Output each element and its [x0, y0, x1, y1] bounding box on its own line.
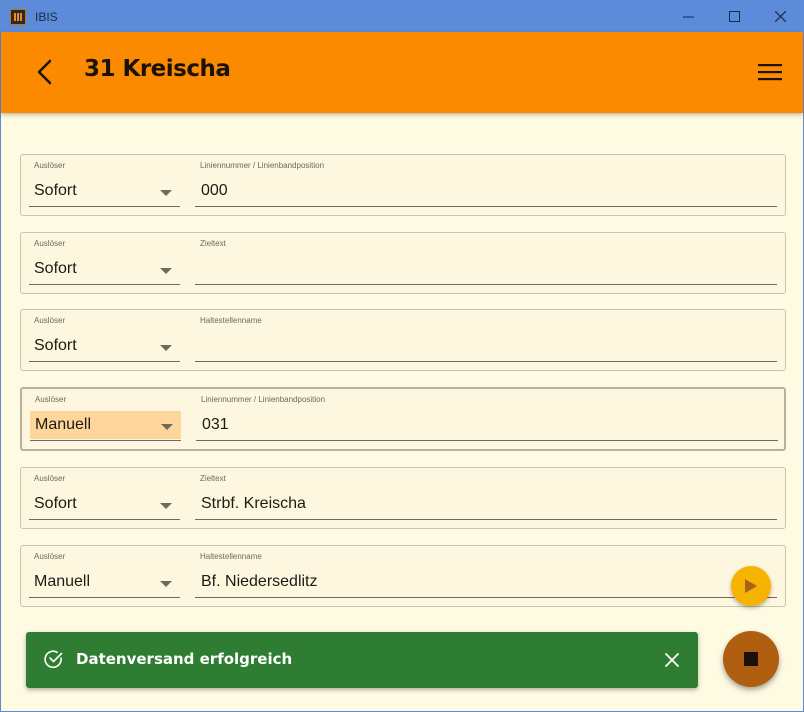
- dropdown-arrow-icon: [160, 190, 172, 196]
- trigger-label: Auslöser: [34, 239, 66, 248]
- window-titlebar: IBIS: [1, 1, 803, 32]
- success-snackbar: Datenversand erfolgreich: [26, 632, 698, 688]
- trigger-dropdown[interactable]: Auslöser Sofort: [29, 161, 180, 207]
- line-number-field[interactable]: Liniennummer / Linienbandposition 000: [195, 161, 777, 207]
- field-value: Bf. Niedersedlitz: [201, 573, 318, 590]
- back-button[interactable]: [27, 54, 63, 90]
- play-button[interactable]: [731, 566, 771, 606]
- telegram-row: Auslöser Sofort Zieltext Strbf. Kreischa: [20, 467, 786, 529]
- minimize-button[interactable]: [665, 1, 711, 32]
- close-icon: [665, 653, 679, 667]
- destination-text-field[interactable]: Zieltext: [195, 239, 777, 285]
- trigger-label: Auslöser: [35, 395, 67, 404]
- trigger-value: Sofort: [34, 495, 77, 512]
- telegram-row: Auslöser Manuell Haltestellenname Bf. Ni…: [20, 545, 786, 607]
- dropdown-arrow-icon: [161, 424, 173, 430]
- field-label: Zieltext: [200, 239, 226, 248]
- hamburger-menu-icon: [758, 64, 782, 81]
- app-logo-icon: [10, 8, 26, 25]
- field-value: 031: [202, 416, 229, 433]
- trigger-dropdown[interactable]: Auslöser Sofort: [29, 474, 180, 520]
- stop-name-field[interactable]: Haltestellenname Bf. Niedersedlitz: [195, 552, 777, 598]
- trigger-value: Manuell: [35, 416, 92, 433]
- stop-button[interactable]: [723, 631, 779, 687]
- maximize-button[interactable]: [711, 1, 757, 32]
- window-title: IBIS: [35, 9, 58, 24]
- trigger-dropdown[interactable]: Auslöser Manuell: [29, 552, 180, 598]
- field-label: Liniennummer / Linienbandposition: [201, 395, 326, 404]
- app-window: IBIS 31 Kreischa Auslöser Sofort Linienn…: [0, 0, 804, 712]
- field-label: Zieltext: [200, 474, 226, 483]
- telegram-row: Auslöser Sofort Liniennummer / Linienban…: [20, 154, 786, 216]
- field-label: Haltestellenname: [200, 552, 262, 561]
- telegram-row-selected: Auslöser Manuell Liniennummer / Linienba…: [20, 387, 786, 451]
- dropdown-arrow-icon: [160, 268, 172, 274]
- page-title: 31 Kreischa: [84, 56, 231, 82]
- minimize-icon: [682, 16, 694, 18]
- stop-icon: [744, 652, 758, 666]
- close-window-button[interactable]: [757, 1, 803, 32]
- telegram-row: Auslöser Sofort Zieltext: [20, 232, 786, 294]
- app-bar: 31 Kreischa: [1, 32, 803, 113]
- trigger-value: Sofort: [34, 337, 77, 354]
- field-value: Strbf. Kreischa: [201, 495, 306, 512]
- trigger-dropdown[interactable]: Auslöser Sofort: [29, 316, 180, 362]
- trigger-dropdown[interactable]: Auslöser Sofort: [29, 239, 180, 285]
- snackbar-close-button[interactable]: [662, 650, 682, 670]
- check-circle-icon: [44, 650, 63, 669]
- close-icon: [774, 11, 786, 22]
- destination-text-field[interactable]: Zieltext Strbf. Kreischa: [195, 474, 777, 520]
- trigger-label: Auslöser: [34, 552, 66, 561]
- play-icon: [745, 579, 757, 593]
- dropdown-arrow-icon: [160, 345, 172, 351]
- line-number-field[interactable]: Liniennummer / Linienbandposition 031: [196, 395, 778, 441]
- trigger-label: Auslöser: [34, 474, 66, 483]
- telegram-row: Auslöser Sofort Haltestellenname: [20, 309, 786, 371]
- chevron-left-icon: [37, 59, 52, 85]
- menu-button[interactable]: [755, 56, 785, 88]
- trigger-label: Auslöser: [34, 316, 66, 325]
- dropdown-arrow-icon: [160, 503, 172, 509]
- trigger-value: Manuell: [34, 573, 91, 590]
- trigger-value: Sofort: [34, 260, 77, 277]
- trigger-value: Sofort: [34, 182, 77, 199]
- stop-name-field[interactable]: Haltestellenname: [195, 316, 777, 362]
- trigger-label: Auslöser: [34, 161, 66, 170]
- window-controls: [665, 1, 803, 32]
- snackbar-message: Datenversand erfolgreich: [76, 650, 293, 668]
- field-value: 000: [201, 182, 228, 199]
- trigger-dropdown[interactable]: Auslöser Manuell: [30, 395, 181, 441]
- field-label: Haltestellenname: [200, 316, 262, 325]
- maximize-icon: [728, 11, 740, 22]
- field-label: Liniennummer / Linienbandposition: [200, 161, 325, 170]
- dropdown-arrow-icon: [160, 581, 172, 587]
